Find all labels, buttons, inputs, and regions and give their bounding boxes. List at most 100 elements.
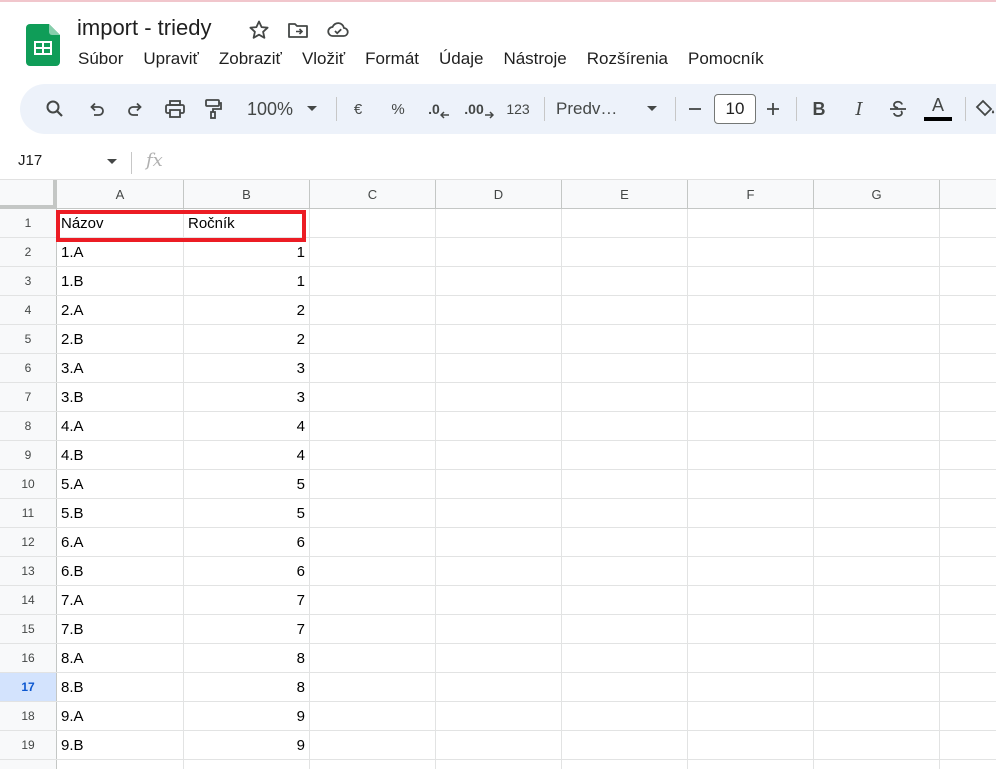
empty-cell[interactable] [814,296,940,324]
bold-button[interactable]: B [808,84,830,134]
row-header[interactable]: 14 [0,586,57,614]
empty-cell[interactable] [562,702,688,730]
sheets-logo-icon[interactable] [26,24,60,66]
row-header[interactable]: 11 [0,499,57,527]
empty-cell[interactable] [436,354,562,382]
cell-grade[interactable]: 6 [184,557,310,585]
empty-cell[interactable] [562,586,688,614]
cell-grade[interactable]: 4 [184,441,310,469]
column-header-f[interactable]: F [688,180,814,209]
empty-cell[interactable] [814,615,940,643]
empty-cell[interactable] [688,586,814,614]
empty-cell[interactable] [940,731,996,759]
empty-cell[interactable] [436,615,562,643]
empty-cell[interactable] [814,383,940,411]
empty-cell[interactable] [940,528,996,556]
menu-help[interactable]: Pomocník [678,49,774,69]
empty-cell[interactable] [436,586,562,614]
italic-button[interactable]: I [848,84,870,134]
empty-cell[interactable] [814,412,940,440]
empty-cell[interactable] [940,354,996,382]
empty-cell[interactable] [688,209,814,237]
cell-name[interactable]: 2.B [57,325,184,353]
row-header[interactable]: 17 [0,673,57,701]
empty-cell[interactable] [562,412,688,440]
empty-cell[interactable] [562,354,688,382]
row-header[interactable]: 9 [0,441,57,469]
column-header-e[interactable]: E [562,180,688,209]
empty-cell[interactable] [436,470,562,498]
empty-cell[interactable] [814,557,940,585]
empty-cell[interactable] [940,673,996,701]
cell-name[interactable]: 4.A [57,412,184,440]
empty-cell[interactable] [310,470,436,498]
empty-cell[interactable] [688,644,814,672]
paint-format-button[interactable] [200,84,226,134]
empty-cell[interactable] [940,325,996,353]
row-header[interactable]: 2 [0,238,57,266]
row-header[interactable]: 3 [0,267,57,295]
empty-cell[interactable] [688,441,814,469]
cell-grade[interactable]: 8 [184,644,310,672]
cell-grade[interactable]: 1 [184,267,310,295]
empty-cell[interactable] [310,615,436,643]
increase-decimal-button[interactable]: .00 [462,84,496,134]
empty-cell[interactable] [688,383,814,411]
empty-cell[interactable] [688,470,814,498]
empty-cell[interactable] [310,702,436,730]
strikethrough-button[interactable] [886,84,910,134]
cell-name[interactable] [57,760,184,769]
empty-cell[interactable] [310,354,436,382]
empty-cell[interactable] [940,412,996,440]
empty-cell[interactable] [688,760,814,769]
column-header-c[interactable]: C [310,180,436,209]
empty-cell[interactable] [814,702,940,730]
empty-cell[interactable] [310,644,436,672]
menu-format[interactable]: Formát [355,49,429,69]
empty-cell[interactable] [940,470,996,498]
number-format-button[interactable]: 123 [502,84,534,134]
empty-cell[interactable] [310,557,436,585]
cell-grade[interactable]: 2 [184,325,310,353]
font-family-select[interactable]: Predv… [556,84,632,134]
empty-cell[interactable] [688,673,814,701]
row-header[interactable]: 15 [0,615,57,643]
cell-name[interactable]: 1.B [57,267,184,295]
cell-grade[interactable]: 9 [184,731,310,759]
cloud-saved-icon[interactable] [326,18,350,42]
cell-name[interactable]: 1.A [57,238,184,266]
empty-cell[interactable] [562,615,688,643]
empty-cell[interactable] [562,441,688,469]
empty-cell[interactable] [814,731,940,759]
empty-cell[interactable] [688,528,814,556]
cell-grade[interactable]: 3 [184,383,310,411]
cell-grade[interactable]: 6 [184,528,310,556]
empty-cell[interactable] [310,383,436,411]
empty-cell[interactable] [814,470,940,498]
empty-cell[interactable] [562,325,688,353]
empty-cell[interactable] [436,673,562,701]
empty-cell[interactable] [436,238,562,266]
empty-cell[interactable] [562,499,688,527]
empty-cell[interactable] [940,615,996,643]
empty-cell[interactable] [940,499,996,527]
increase-font-size-button[interactable] [762,84,784,134]
cell-grade[interactable]: 8 [184,673,310,701]
empty-cell[interactable] [310,209,436,237]
empty-cell[interactable] [814,238,940,266]
font-size-input[interactable]: 10 [714,94,756,124]
empty-cell[interactable] [436,296,562,324]
cell-grade[interactable]: 7 [184,615,310,643]
row-header[interactable]: 4 [0,296,57,324]
empty-cell[interactable] [436,441,562,469]
menu-edit[interactable]: Upraviť [133,49,209,69]
cell-name[interactable]: Názov [57,209,184,237]
spreadsheet-grid[interactable]: A B C D E F G 1 Názov Ročník 2 1.A 1 3 1.B 1 4 2.A… [0,179,996,769]
cell-grade[interactable]: 3 [184,354,310,382]
menu-insert[interactable]: Vložiť [292,49,355,69]
zoom-select[interactable]: 100% [242,84,298,134]
cell-grade[interactable]: 5 [184,470,310,498]
empty-cell[interactable] [562,673,688,701]
empty-cell[interactable] [940,296,996,324]
empty-cell[interactable] [310,267,436,295]
